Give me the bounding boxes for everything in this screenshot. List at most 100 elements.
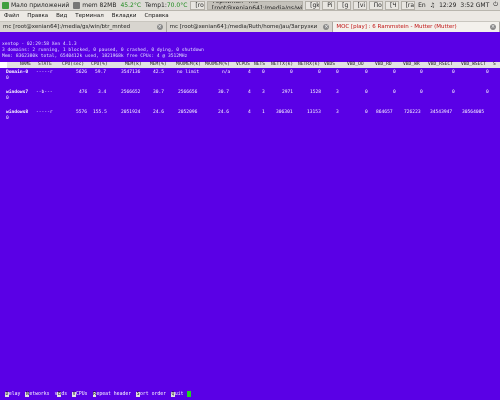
cell: 59.7	[95, 70, 107, 75]
taskbar-item[interactable]: [gk	[305, 0, 321, 10]
vcpus-command[interactable]: V CPUs	[72, 391, 88, 397]
cell: 34543947	[430, 110, 453, 115]
taskbar-item[interactable]: [g	[337, 0, 351, 10]
cell: 30564005	[462, 110, 485, 115]
menu-terminal[interactable]: Терминал	[71, 13, 107, 19]
column-header: MAXMEM(k)	[176, 62, 201, 67]
cell: 476	[79, 90, 88, 95]
xentop-command-bar: Delay Networks v Bds V CPUs Repeat header …	[0, 390, 500, 398]
column-header-row: NAME STATE CPU(sec) CPU(%) MEM(k) MEM(%)…	[0, 62, 500, 68]
column-header: STATE	[38, 62, 52, 67]
taskbar-item[interactable]: [vi	[352, 0, 367, 10]
cell: 1528	[310, 90, 322, 95]
cell: 1	[262, 110, 265, 115]
apps-menu[interactable]: Мало приложений	[0, 0, 71, 11]
delay-command[interactable]: Delay	[5, 391, 21, 397]
sort-order-command[interactable]: Sort order	[136, 391, 167, 397]
taskbar-item[interactable]: [ro	[190, 0, 205, 10]
taskbar-item-active[interactable]: Терминал - mc [root@xenian64]:/media/gs/…	[206, 0, 304, 10]
close-tab-icon[interactable]: ×	[323, 24, 330, 30]
taskbar-item[interactable]: Pi	[322, 0, 336, 10]
tab-moc-player[interactable]: MOC [play] : 6 Rammstein - Mutter (Mutte…	[333, 22, 500, 32]
column-header: VBDS	[324, 62, 336, 67]
terminal-view[interactable]: xentop - 02:29:58 Xen 4.1.3 3 domains: 2…	[0, 32, 500, 400]
cell: 0	[6, 76, 9, 81]
column-header: MAXMEM(%)	[205, 62, 230, 67]
column-header: CPU(%)	[91, 62, 108, 67]
tab-label: mc [root@xenian64]:/media/gs/win/btr_mnt…	[3, 24, 131, 30]
cell: 0	[486, 90, 489, 95]
taskbar-item[interactable]: [Ч	[385, 0, 399, 10]
cell: 3	[336, 110, 339, 115]
cell: 0	[452, 70, 455, 75]
cell: 2051924	[121, 110, 141, 115]
cpu-temp: 45.2°C	[120, 1, 142, 9]
task-label: [gk	[310, 1, 320, 9]
volume-icon[interactable]: ♫	[428, 0, 437, 11]
cell: 155.5	[93, 110, 107, 115]
cell: 0	[393, 70, 396, 75]
xentop-header: xentop - 02:29:58 Xen 4.1.3	[2, 42, 77, 47]
column-header: VBD_WSECT	[461, 62, 486, 67]
menu-view[interactable]: Вид	[52, 13, 71, 19]
cell: 726223	[404, 110, 421, 115]
cell: 30.7	[218, 90, 230, 95]
cell: n/a	[222, 70, 231, 75]
tab-mc-downloads[interactable]: mc [root@xenian64]:/media/Ruth/home/jau/…	[167, 22, 334, 32]
cell: 2566652	[121, 90, 141, 95]
column-header: VBD_RD	[375, 62, 392, 67]
cell: 3	[262, 90, 265, 95]
menu-file[interactable]: Файл	[0, 13, 23, 19]
cell: 0	[262, 70, 265, 75]
cell: 306301	[276, 110, 293, 115]
column-header: CPU(sec)	[62, 62, 85, 67]
networks-command[interactable]: Networks	[25, 391, 50, 397]
row-subline: 0	[0, 96, 500, 104]
cell: 2971	[282, 90, 294, 95]
menu-help[interactable]: Справка	[140, 13, 172, 19]
cell: 30.7	[153, 90, 165, 95]
terminal-cursor	[0, 62, 7, 68]
power-icon[interactable]: ⏻	[491, 0, 500, 11]
keyboard-layout[interactable]: En	[416, 0, 428, 11]
taskbar-item[interactable]: [ra	[400, 0, 416, 10]
cell: 0	[486, 70, 489, 75]
repeat-header-command[interactable]: Repeat header	[92, 391, 132, 397]
quit-command[interactable]: Quit	[171, 391, 184, 397]
column-header: NETTX(k)	[271, 62, 294, 67]
cell: 24.6	[218, 110, 230, 115]
domain-summary: 3 domains: 2 running, 1 blocked, 0 pause…	[2, 48, 204, 53]
cell: 4	[248, 110, 251, 115]
clock[interactable]: 12:29	[437, 0, 458, 11]
cell: 864657	[376, 110, 393, 115]
vbds-command[interactable]: v Bds	[55, 391, 67, 397]
hotkey-label: ort order	[140, 391, 167, 397]
hotkey-label: elay	[8, 391, 21, 397]
column-header: VBD_WR	[403, 62, 420, 67]
column-header: VBD_OO	[347, 62, 364, 67]
top-panel: Мало приложений mem 82MB 45.2°C Temp1: 7…	[0, 0, 500, 11]
cell: 4	[248, 90, 251, 95]
close-tab-icon[interactable]: ×	[490, 24, 497, 30]
hotkey-label: epeat header	[96, 391, 132, 397]
tab-mc-btr[interactable]: mc [root@xenian64]:/media/gs/win/btr_mnt…	[0, 22, 167, 32]
menu-tabs[interactable]: Вкладки	[108, 13, 141, 19]
menu-edit[interactable]: Правка	[23, 13, 52, 19]
cell: 0	[318, 70, 321, 75]
task-label: Pi	[327, 1, 333, 9]
row-subline: 0	[0, 116, 500, 124]
task-label: Терминал - mc [root@xenian64]:/media/gs/…	[211, 0, 303, 10]
cell: 13153	[307, 110, 321, 115]
column-header: NETRX(k)	[298, 62, 321, 67]
column-header: NAME	[20, 62, 32, 67]
cell: 3547136	[121, 70, 141, 75]
close-tab-icon[interactable]: ×	[156, 24, 163, 30]
column-header: NETS	[254, 62, 266, 67]
cell: 24.6	[153, 110, 165, 115]
column-header: S	[493, 62, 496, 67]
column-header: MEM(%)	[150, 62, 167, 67]
hotkey-label: CPUs	[76, 391, 88, 397]
cell: 0	[393, 90, 396, 95]
taskbar-item[interactable]: По	[368, 0, 384, 10]
cell: 0	[365, 90, 368, 95]
